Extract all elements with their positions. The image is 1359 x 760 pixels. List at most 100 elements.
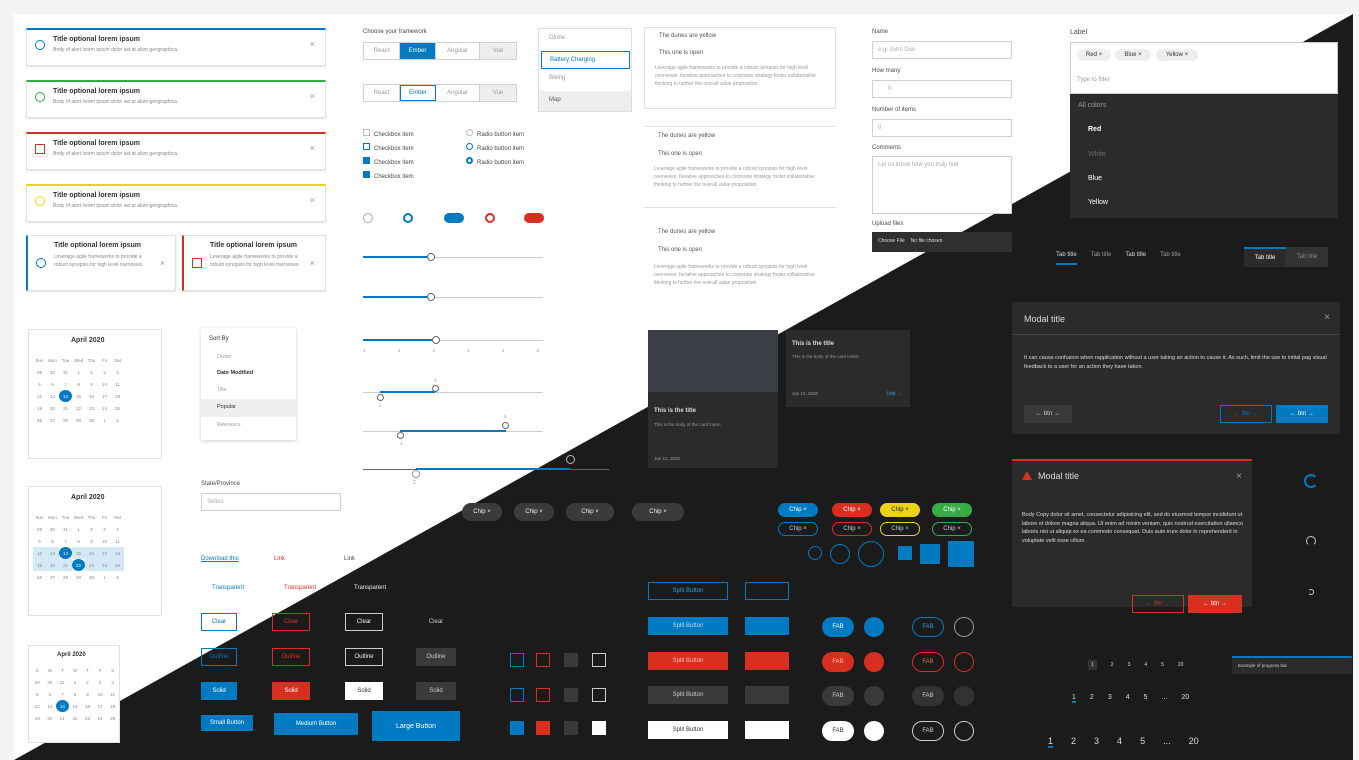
fab-solid[interactable]: FAB [822,617,854,637]
outline-button-neutral[interactable]: Outline [416,648,456,666]
round-icon-button[interactable] [808,546,822,560]
combobox-option[interactable]: All colors [1078,102,1106,109]
medium-button[interactable]: Medium Button [274,713,358,735]
square-icon-button[interactable] [948,541,974,567]
fab-icon-danger[interactable] [864,652,884,672]
page-2[interactable]: 2 [1090,694,1094,701]
page-2[interactable]: 2 [1111,662,1114,668]
segment-react[interactable]: React [364,85,400,101]
accordion-header-open[interactable]: This one is open [659,50,703,56]
arrow-button-inverse[interactable] [592,653,606,667]
slider-handle[interactable] [427,293,435,301]
radio-item[interactable]: Radio button item [466,142,524,156]
outline-button[interactable]: Outline [201,648,237,666]
comments-textarea[interactable]: Let us know how you truly feel [872,156,1012,214]
solid-button-danger[interactable]: Solid [272,682,310,700]
split-button-outline[interactable]: Split Button [648,582,728,600]
segment-react[interactable]: React [364,43,400,59]
page-4[interactable]: 4 [1126,694,1130,701]
calendar-split-button[interactable] [745,721,789,739]
transparent-button[interactable]: Transparent [212,585,244,591]
chip-red[interactable]: Chip × [832,503,872,517]
sort-option[interactable]: Owner [217,354,232,360]
fab-neutral[interactable]: FAB [822,686,854,706]
arrow-button-outline[interactable] [510,688,524,702]
checkbox-item[interactable]: Checkbox item [363,170,414,184]
calendar-split-button[interactable] [745,652,789,670]
chip-red-outline[interactable]: Chip × [832,522,872,536]
toggle-on[interactable] [444,213,464,223]
page-3[interactable]: 3 [1108,694,1112,701]
chip-yellow[interactable]: Chip × [880,503,920,517]
chip-green[interactable]: Chip × [932,503,972,517]
accordion-header[interactable]: The dunes are yellow [658,229,715,235]
toggle-danger-off[interactable] [485,213,495,223]
checkbox-item[interactable]: Checkbox item [363,128,414,142]
slider-handle-max[interactable] [502,422,509,429]
segment-angular[interactable]: Angular [436,85,480,101]
chip-red[interactable]: Red × [1077,49,1111,61]
choose-file-button[interactable]: Choose File [878,238,905,244]
slider-handle[interactable] [432,336,440,344]
combobox-option[interactable]: White [1088,151,1106,158]
arrow-button-outline-danger[interactable] [536,688,550,702]
arrow-button-outline[interactable] [510,653,524,667]
fab-icon-neutral[interactable] [864,686,884,706]
square-icon-button[interactable] [898,546,912,560]
tab-active[interactable]: Tab title [1056,252,1077,265]
chip[interactable]: Chip × [462,503,502,521]
clear-button-inverse[interactable]: Clear [345,613,383,631]
segment-vue[interactable]: Vue [480,43,516,59]
close-icon[interactable]: × [310,195,315,205]
slider-handle[interactable] [427,253,435,261]
fab-icon[interactable] [864,617,884,637]
fab-inverse[interactable]: FAB [822,721,854,741]
segment-ember[interactable]: Ember [400,43,436,59]
close-icon[interactable]: × [310,91,315,101]
close-icon[interactable]: × [310,39,315,49]
split-button-inverse[interactable]: Split Button [648,721,728,739]
split-button-neutral[interactable]: Split Button [648,686,728,704]
fab-outline-neutral[interactable]: FAB [912,686,944,706]
accordion-header[interactable]: The dunes are yellow [658,133,715,139]
fab-outline-danger[interactable]: FAB [912,652,944,672]
small-button[interactable]: Small Button [201,715,253,731]
fab-danger[interactable]: FAB [822,652,854,672]
large-button[interactable]: Large Button [372,711,460,741]
checkbox-item[interactable]: Checkbox item [363,142,414,156]
slider-handle-min[interactable] [397,432,404,439]
chip-blue[interactable]: Chip × [778,503,818,517]
fab-icon-outline[interactable] [954,617,974,637]
solid-button[interactable]: Solid [201,682,237,700]
round-icon-button[interactable] [830,544,850,564]
modal-primary-button[interactable]: ← btn → [1276,405,1328,423]
segment-vue[interactable]: Vue [480,85,516,101]
fab-outline-inverse[interactable]: FAB [912,721,944,741]
slider-handle-min[interactable] [377,394,384,401]
chip-yellow-outline[interactable]: Chip × [880,522,920,536]
tab[interactable]: Tab title [1286,247,1328,267]
combobox-option[interactable]: Yellow [1088,199,1108,206]
name-input[interactable]: e.g. John Doe [872,41,1012,59]
split-button-danger[interactable]: Split Button [648,652,728,670]
sort-option[interactable]: Relevance [217,422,241,428]
page-20[interactable]: 20 [1178,662,1184,668]
segment-angular[interactable]: Angular [436,43,480,59]
toggle-focus[interactable] [403,213,413,223]
outline-button-danger[interactable]: Outline [272,648,310,666]
menu-item-map[interactable]: Map [539,91,631,111]
sort-option[interactable]: Title [217,387,226,393]
slider-handle-max[interactable] [566,455,575,464]
close-icon[interactable]: × [310,258,315,268]
calendar-split-button[interactable] [745,617,789,635]
outline-button-inverse[interactable]: Outline [345,648,383,666]
modal-secondary-button[interactable]: ← btn → [1220,405,1272,423]
fab-icon-outline-inverse[interactable] [954,721,974,741]
segment-ember[interactable]: Ember [400,85,436,101]
clear-button-danger[interactable]: Clear [272,613,310,631]
card-link[interactable]: Link → [886,391,902,397]
page-3[interactable]: 3 [1094,736,1099,746]
how-many-stepper[interactable]: 0 [872,80,1012,98]
state-select[interactable]: Select [201,493,341,511]
chip-avatar[interactable]: Chip × [566,503,614,521]
